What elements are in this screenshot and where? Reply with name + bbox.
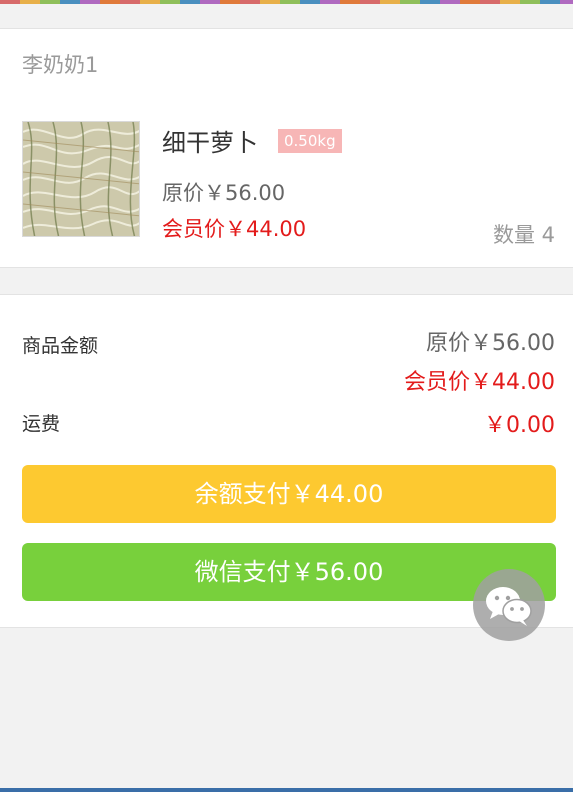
original-price: 原价￥56.00 [162, 181, 286, 205]
customer-card: 李奶奶1 [0, 28, 573, 100]
product-card[interactable]: 细干萝卜 0.50kg 原价￥56.00 会员价￥44.00 数量 4 [0, 99, 573, 268]
member-price: 会员价￥44.00 [162, 217, 307, 241]
balance-pay-button[interactable]: 余额支付￥44.00 [22, 465, 556, 523]
goods-member-amount: 会员价￥44.00 [404, 370, 555, 395]
top-decorative-stripe [0, 0, 573, 4]
bottom-bar [0, 788, 573, 792]
product-thumbnail [22, 121, 140, 237]
wechat-float-button[interactable] [473, 569, 545, 641]
shipping-amount: ￥0.00 [484, 413, 555, 438]
customer-name: 李奶奶1 [22, 53, 99, 77]
weight-badge: 0.50kg [278, 129, 342, 153]
wechat-icon [486, 587, 532, 626]
dried-radish-image [23, 122, 139, 236]
shipping-label: 运费 [22, 413, 61, 435]
quantity-label: 数量 4 [492, 223, 555, 247]
goods-original-amount: 原价￥56.00 [426, 331, 555, 356]
goods-amount-label: 商品金额 [22, 335, 99, 357]
product-title: 细干萝卜 [162, 129, 258, 157]
